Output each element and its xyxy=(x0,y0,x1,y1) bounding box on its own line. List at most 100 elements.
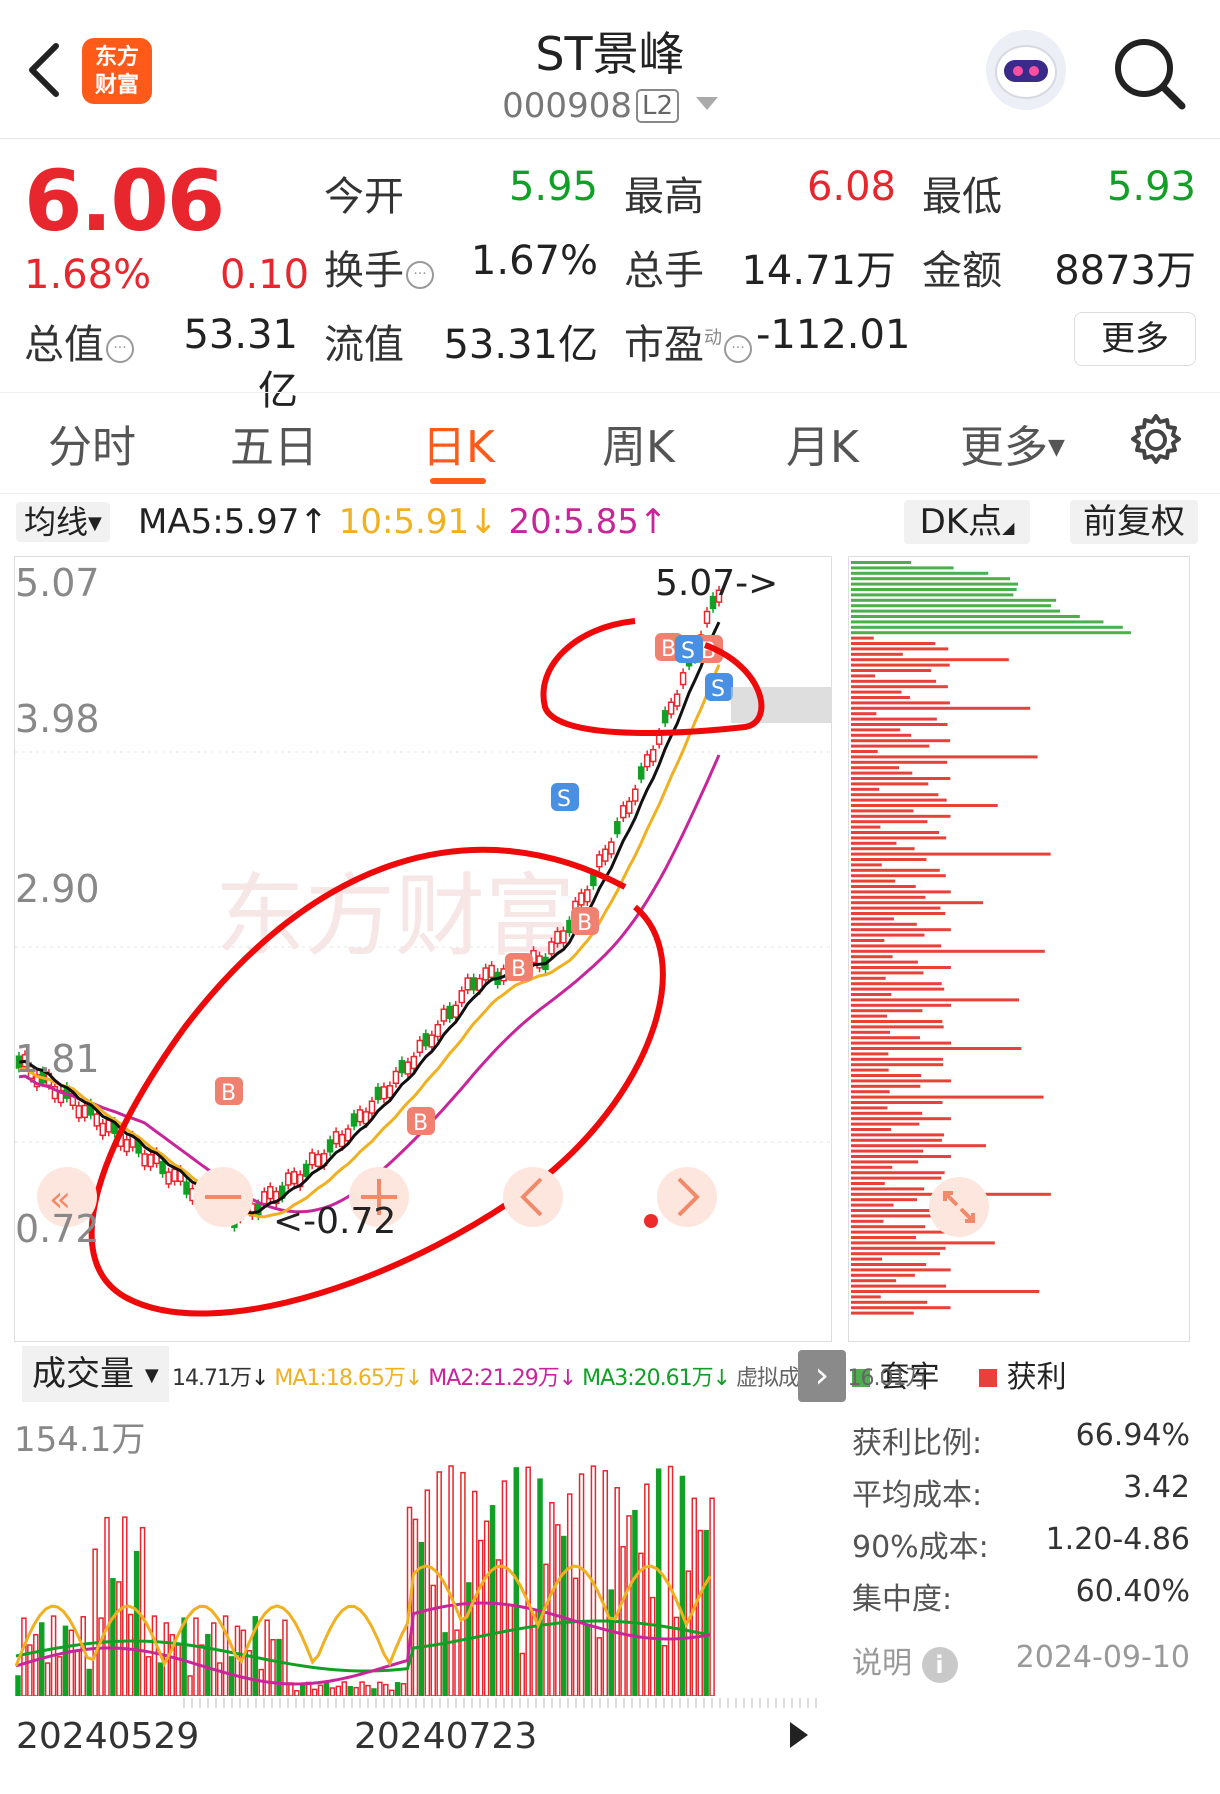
float-label: 流值 xyxy=(324,322,404,368)
y-label-max: 5.07 xyxy=(15,561,100,605)
open-label: 今开 xyxy=(324,174,404,220)
info-icon[interactable]: ··· xyxy=(724,335,752,363)
volume-bar xyxy=(116,1581,122,1697)
info-icon[interactable]: ··· xyxy=(406,261,434,289)
chip-bar xyxy=(851,852,1051,856)
chip-bar xyxy=(851,1241,995,1245)
signal-marker-b: B xyxy=(511,957,526,982)
candlestick-chart[interactable]: 东方财富 BBBBBBSSS « 5.07 3.98 2.90 1.81 0.7… xyxy=(14,556,832,1342)
active-tab-indicator xyxy=(430,478,486,484)
tab-more[interactable]: 更多▼ xyxy=(960,411,1065,475)
chip-bar xyxy=(851,1138,942,1142)
volume-bar xyxy=(145,1656,152,1697)
volume-select-label: 成交量 xyxy=(32,1354,134,1394)
volume-bar xyxy=(572,1577,579,1697)
chip-bar xyxy=(851,685,948,689)
candle-body xyxy=(416,1039,424,1054)
chip-bar xyxy=(851,663,950,667)
chip-bar xyxy=(851,976,886,980)
volume-bar xyxy=(199,1644,205,1697)
next-indicator-icon[interactable]: › xyxy=(798,1350,846,1402)
cost-90-value: 1.20-4.86 xyxy=(1045,1522,1190,1557)
ma-type-select[interactable]: 均线▼ xyxy=(16,502,110,542)
more-quote-button[interactable]: 更多 xyxy=(1074,312,1196,366)
volume-indicator-select[interactable]: 成交量 ▼ xyxy=(22,1346,169,1402)
candle-body xyxy=(105,1119,112,1133)
chip-bar xyxy=(851,1090,890,1094)
chip-bar xyxy=(851,777,951,780)
chip-bar xyxy=(851,836,947,840)
search-icon[interactable] xyxy=(1112,36,1186,110)
dk-point-button[interactable]: DK点◢ xyxy=(904,500,1030,544)
tab-more-label: 更多 xyxy=(960,422,1048,473)
play-forward-icon[interactable] xyxy=(786,1720,810,1750)
pe-value: -112.01 xyxy=(756,312,911,358)
chip-bar xyxy=(851,593,1014,597)
chip-bar xyxy=(851,728,901,732)
chip-bar xyxy=(851,960,918,964)
candle-body xyxy=(183,1181,190,1195)
chip-bar xyxy=(851,1246,946,1250)
concentration-label: 集中度: xyxy=(852,1582,953,1617)
profit-ratio-label: 获利比例: xyxy=(852,1426,983,1461)
info-icon[interactable]: ··· xyxy=(106,335,134,363)
chip-bar xyxy=(851,831,940,834)
turnover-label-group[interactable]: 换手 ··· xyxy=(324,238,434,296)
tab-monthly-k[interactable]: 月K xyxy=(786,411,859,475)
avg-cost-label: 平均成本: xyxy=(852,1478,983,1513)
chip-bar xyxy=(851,1111,923,1115)
scroll-left-icon[interactable] xyxy=(503,1167,563,1227)
chip-bar xyxy=(851,868,940,872)
chip-bar xyxy=(851,1003,951,1007)
corner-caret-icon: ◢ xyxy=(1002,518,1015,537)
candle-body xyxy=(673,693,681,707)
volume-bar xyxy=(86,1668,92,1697)
zoom-out-icon[interactable] xyxy=(193,1167,253,1227)
mktcap-label: 总值 xyxy=(24,322,104,368)
price-adjust-button[interactable]: 前复权 xyxy=(1070,500,1198,544)
candle-body xyxy=(338,1133,346,1148)
ma10-value: 10:5.91 xyxy=(338,502,470,542)
chip-bar xyxy=(851,706,1031,710)
chip-bar xyxy=(851,1052,889,1056)
note-link[interactable]: 说明 i xyxy=(852,1638,958,1683)
chip-bar xyxy=(851,566,954,570)
volume-ma2: MA2:21.29万 xyxy=(428,1366,559,1391)
candle-body xyxy=(440,1008,448,1022)
time-axis-ticks xyxy=(183,1698,817,1708)
chip-distribution-chart[interactable] xyxy=(848,556,1190,1342)
chip-bar xyxy=(851,922,917,926)
volume-chart[interactable]: 154.1万 xyxy=(14,1404,832,1697)
dropdown-caret-icon: ▼ xyxy=(88,513,102,534)
volume-bar xyxy=(127,1613,134,1697)
dropdown-caret-icon[interactable] xyxy=(695,97,718,111)
chip-bar xyxy=(851,625,1123,629)
pe-label-group[interactable]: 市盈动 ··· xyxy=(624,312,752,370)
pe-superscript: 动 xyxy=(704,327,722,349)
expand-icon[interactable] xyxy=(929,1177,989,1237)
chip-bar xyxy=(851,1203,894,1207)
signal-marker-b: B xyxy=(413,1111,428,1136)
scroll-right-icon[interactable] xyxy=(657,1167,717,1227)
chip-bar xyxy=(851,804,998,807)
chip-bar xyxy=(851,1263,927,1266)
assistant-robot-icon[interactable] xyxy=(986,30,1066,110)
candle-body xyxy=(380,1086,388,1100)
chip-bar xyxy=(851,1290,1040,1293)
top-bar: 东方 财富 ST景峰 000908 L2 xyxy=(0,0,1220,139)
open-value: 5.95 xyxy=(508,164,598,210)
chip-bar xyxy=(851,939,885,942)
tab-weekly-k[interactable]: 周K xyxy=(602,411,675,475)
gear-icon[interactable] xyxy=(1128,412,1184,468)
tab-five-day[interactable]: 五日 xyxy=(230,411,318,475)
mktcap-label-group[interactable]: 总值 ··· xyxy=(24,312,134,370)
tab-daily-k[interactable]: 日K xyxy=(422,411,495,475)
chip-bar xyxy=(851,890,951,894)
candle-body xyxy=(398,1060,406,1074)
chip-bar xyxy=(851,1133,945,1137)
chip-bar xyxy=(851,1079,951,1083)
tab-intraday[interactable]: 分时 xyxy=(48,411,136,475)
info-icon[interactable]: i xyxy=(921,1647,958,1683)
chip-bar xyxy=(851,679,937,683)
high-label: 最高 xyxy=(624,174,704,220)
